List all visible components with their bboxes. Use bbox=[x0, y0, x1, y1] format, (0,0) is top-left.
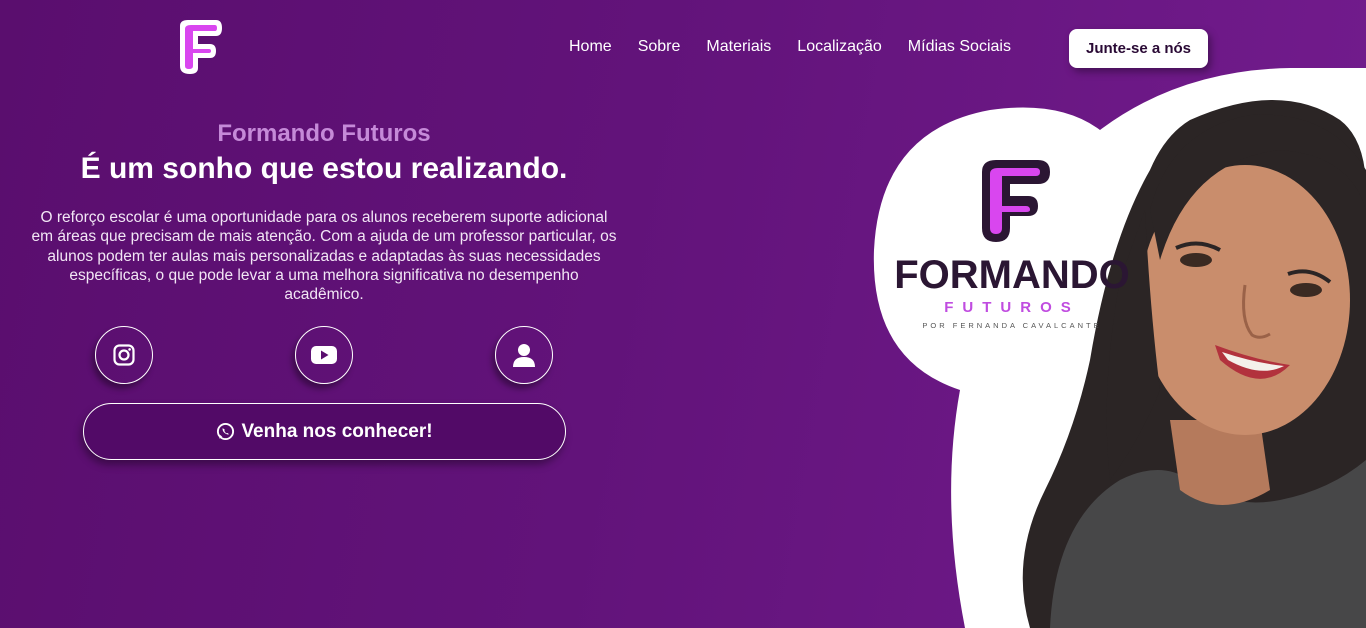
nav-home[interactable]: Home bbox=[569, 38, 612, 56]
hero-subtitle: Formando Futuros bbox=[217, 120, 431, 147]
brand-logo-icon[interactable] bbox=[172, 16, 224, 76]
photo-logo-brand: FORMANDO bbox=[894, 253, 1130, 297]
main-nav: Home Sobre Materiais Localização Mídias … bbox=[569, 38, 1011, 56]
nav-localizacao[interactable]: Localização bbox=[797, 38, 882, 56]
whatsapp-cta-button[interactable]: Venha nos conhecer! bbox=[83, 403, 566, 460]
instagram-button[interactable] bbox=[95, 326, 153, 384]
nav-sobre[interactable]: Sobre bbox=[638, 38, 681, 56]
nav-midias-sociais[interactable]: Mídias Sociais bbox=[908, 38, 1011, 56]
youtube-button[interactable] bbox=[295, 326, 353, 384]
hero-description: O reforço escolar é uma oportunidade par… bbox=[31, 209, 617, 304]
photo-logo-sub: FUTUROS bbox=[944, 299, 1080, 316]
user-icon bbox=[513, 344, 535, 367]
whatsapp-icon bbox=[217, 422, 235, 441]
profile-button[interactable] bbox=[495, 326, 553, 384]
youtube-icon bbox=[311, 346, 337, 364]
cta-label: Venha nos conhecer! bbox=[241, 420, 433, 442]
hero-section: Formando Futuros É um sonho que estou re… bbox=[28, 120, 620, 304]
photo-logo-by: POR FERNANDA CAVALCANTE bbox=[922, 321, 1101, 330]
instagram-icon bbox=[113, 344, 135, 366]
hero-title: É um sonho que estou realizando. bbox=[80, 152, 568, 185]
teacher-photo: FORMANDO FUTUROS POR FERNANDA CAVALCANTE bbox=[873, 68, 1366, 628]
nav-materiais[interactable]: Materiais bbox=[706, 38, 771, 56]
